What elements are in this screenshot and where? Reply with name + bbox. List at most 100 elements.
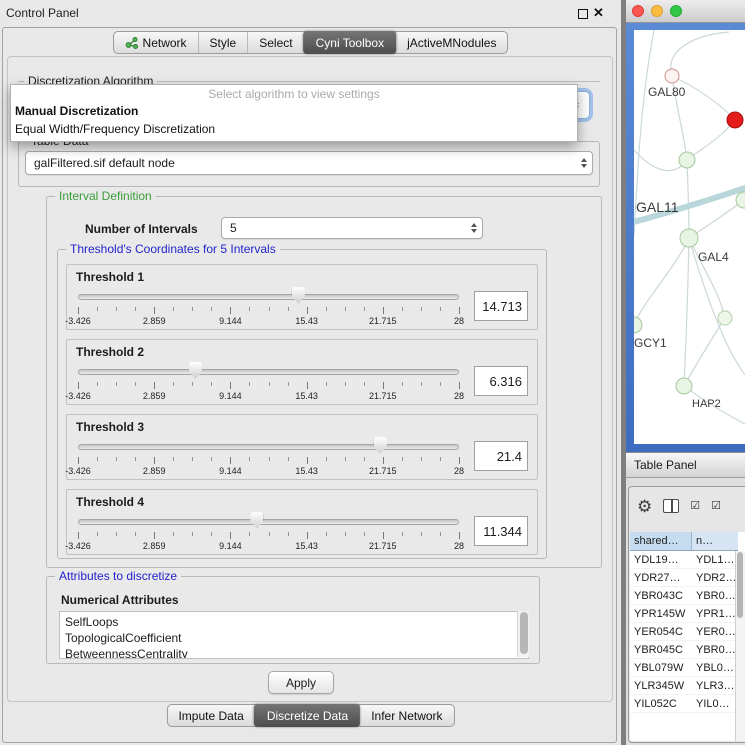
table-cell[interactable]: YBL079W <box>630 659 692 676</box>
table-row[interactable]: YBR043CYBR0… <box>630 587 745 605</box>
table-cell[interactable]: YPR1… <box>692 605 738 622</box>
threshold-value-field[interactable]: 6.316 <box>474 366 528 396</box>
slider-thumb[interactable] <box>250 512 263 529</box>
table-row[interactable]: YER054CYER0… <box>630 623 745 641</box>
cyni-mode-tab-bar: Impute Data Discretize Data Infer Networ… <box>166 704 454 727</box>
tick-mark <box>192 307 193 311</box>
table-cell[interactable]: YDL19… <box>630 551 692 568</box>
attribute-list-item[interactable]: TopologicalCoefficient <box>65 630 528 646</box>
list-scrollbar[interactable] <box>517 611 529 657</box>
table-cell[interactable]: YDR27… <box>630 569 692 586</box>
table-cell[interactable]: YPR145W <box>630 605 692 622</box>
table-row[interactable]: YDL19…YDL1… <box>630 551 745 569</box>
node-hap2[interactable] <box>676 378 692 394</box>
table-row[interactable]: YBR045CYBR0… <box>630 641 745 659</box>
popup-option-equal-width[interactable]: Equal Width/Frequency Discretization <box>11 120 577 138</box>
popup-option-manual-discretization[interactable]: Manual Discretization <box>11 102 577 120</box>
table-cell[interactable]: YER0… <box>692 623 738 640</box>
threshold-slider[interactable]: -3.4262.8599.14415.4321.71528 <box>76 360 461 402</box>
gear-icon[interactable]: ⚙ <box>637 498 652 515</box>
attribute-list-item[interactable]: SelfLoops <box>65 614 528 630</box>
tick-label: 28 <box>454 391 464 401</box>
table-cell[interactable]: YLR345W <box>630 677 692 694</box>
tab-jactivemnodules[interactable]: jActiveMNodules <box>395 32 507 53</box>
table-cell[interactable]: YIL052C <box>630 695 692 712</box>
table-row[interactable]: YBL079WYBL0… <box>630 659 745 677</box>
apply-button[interactable]: Apply <box>268 671 334 694</box>
table-scrollbar-thumb[interactable] <box>737 552 743 618</box>
tab-discretize-data[interactable]: Discretize Data <box>254 704 360 727</box>
numerical-attributes-list[interactable]: SelfLoopsTopologicalCoefficientBetweenne… <box>59 611 529 659</box>
table-panel-header[interactable]: Table Panel <box>626 452 745 478</box>
node[interactable] <box>718 311 732 325</box>
columns-icon[interactable] <box>663 499 679 513</box>
threshold-slider[interactable]: -3.4262.8599.14415.4321.71528 <box>76 435 461 477</box>
slider-track[interactable] <box>78 294 459 300</box>
node-gcy1[interactable] <box>634 317 642 333</box>
tick-mark <box>230 307 231 314</box>
table-cell[interactable]: YDR2… <box>692 569 738 586</box>
column-header-shared-name[interactable]: shared… <box>630 532 692 551</box>
minimize-traffic-light-icon[interactable] <box>651 5 663 17</box>
table-row[interactable]: YLR345WYLR3… <box>630 677 745 695</box>
tab-style[interactable]: Style <box>198 32 248 53</box>
tick-mark <box>192 382 193 386</box>
table-cell[interactable]: YBR0… <box>692 641 738 658</box>
tab-cyni-toolbox[interactable]: Cyni Toolbox <box>303 31 396 54</box>
float-window-icon[interactable] <box>578 9 588 19</box>
threshold-value-field[interactable]: 21.4 <box>474 441 528 471</box>
tab-select[interactable]: Select <box>247 32 303 53</box>
tick-mark <box>326 382 327 386</box>
close-icon[interactable]: ✕ <box>593 5 604 21</box>
tick-label: 2.859 <box>143 391 166 401</box>
table-row[interactable]: YPR145WYPR1… <box>630 605 745 623</box>
threshold-slider[interactable]: -3.4262.8599.14415.4321.71528 <box>76 510 461 552</box>
slider-tick-labels: -3.4262.8599.14415.4321.71528 <box>78 391 459 401</box>
network-canvas[interactable]: GAL80 GAL11 GAL4 GCY1 HAP2 <box>634 30 745 444</box>
attribute-list-item[interactable]: BetweennessCentrality <box>65 646 528 659</box>
table-row[interactable]: YIL052CYIL0… <box>630 695 745 713</box>
slider-thumb[interactable] <box>292 287 305 304</box>
table-data-combobox[interactable]: galFiltered.sif default node <box>25 151 593 175</box>
slider-track[interactable] <box>78 444 459 450</box>
table-cell[interactable]: YBR045C <box>630 641 692 658</box>
list-scrollbar-thumb[interactable] <box>520 612 528 654</box>
node[interactable] <box>679 152 695 168</box>
table-cell[interactable]: YER054C <box>630 623 692 640</box>
threshold-value-field[interactable]: 11.344 <box>474 516 528 546</box>
node-selected-red[interactable] <box>727 112 743 128</box>
select-all-icon[interactable]: ☑ <box>690 501 700 512</box>
table-cell[interactable]: YBL0… <box>692 659 738 676</box>
tab-infer-network[interactable]: Infer Network <box>359 705 453 726</box>
table-cell[interactable]: YBR0… <box>692 587 738 604</box>
table-cell[interactable]: YDL1… <box>692 551 738 568</box>
table-scrollbar[interactable] <box>735 551 745 741</box>
select-none-icon[interactable]: ☑ <box>711 501 721 512</box>
slider-thumb[interactable] <box>374 437 387 454</box>
close-traffic-light-icon[interactable] <box>632 5 644 17</box>
node-gal4[interactable] <box>680 229 698 247</box>
tab-network[interactable]: Network <box>114 32 198 53</box>
network-view-window: GAL80 GAL11 GAL4 GCY1 HAP2 <box>626 0 745 452</box>
column-header-name[interactable]: n… <box>692 532 738 551</box>
slider-tick-labels: -3.4262.8599.14415.4321.71528 <box>78 316 459 326</box>
zoom-traffic-light-icon[interactable] <box>670 5 682 17</box>
tick-mark <box>459 382 460 389</box>
slider-track[interactable] <box>78 369 459 375</box>
table-cell[interactable]: YIL0… <box>692 695 738 712</box>
tick-label: 15.43 <box>295 316 318 326</box>
slider-thumb[interactable] <box>189 362 202 379</box>
number-of-intervals-combobox[interactable]: 5 <box>221 217 483 239</box>
slider-track[interactable] <box>78 519 459 525</box>
tab-impute-data[interactable]: Impute Data <box>167 705 254 726</box>
network-window-titlebar[interactable] <box>626 0 745 23</box>
tick-mark <box>173 382 174 386</box>
threshold-slider[interactable]: -3.4262.8599.14415.4321.71528 <box>76 285 461 327</box>
table-cell[interactable]: YLR3… <box>692 677 738 694</box>
node-gal80[interactable] <box>665 69 679 83</box>
threshold-value-field[interactable]: 14.713 <box>474 291 528 321</box>
tick-mark <box>402 457 403 461</box>
table-row[interactable]: YDR27…YDR2… <box>630 569 745 587</box>
table-cell[interactable]: YBR043C <box>630 587 692 604</box>
toolbox-tab-bar: Network Style Select Cyni Toolbox jActiv… <box>113 31 509 54</box>
